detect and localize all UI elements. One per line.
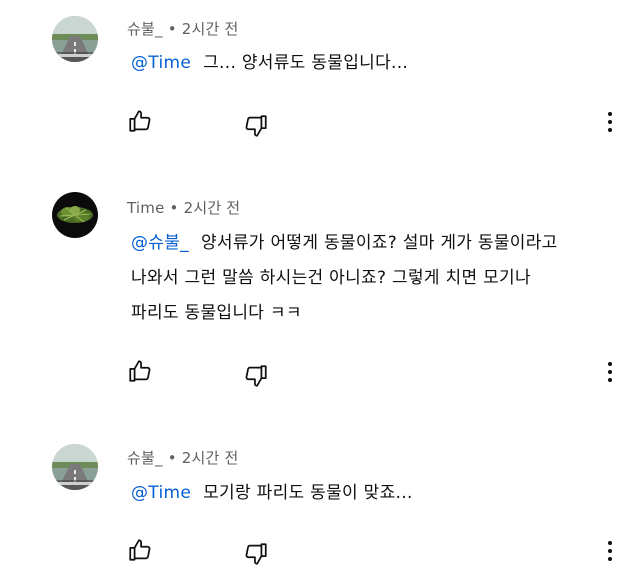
more-actions-button[interactable] xyxy=(604,539,616,563)
avatar-plant[interactable] xyxy=(52,192,98,238)
author-name[interactable]: Time xyxy=(127,199,165,217)
avatar-road[interactable] xyxy=(52,16,98,62)
more-vert-icon-dot xyxy=(608,549,612,553)
meta-separator: • xyxy=(169,199,179,217)
dislike-button[interactable] xyxy=(243,363,269,389)
comment-line: @슈불_ 양서류가 어떻게 동물이죠? 설마 게가 동물이라고 xyxy=(131,226,558,261)
more-vert-icon-dot xyxy=(608,541,612,545)
plant-avatar-image xyxy=(52,192,98,238)
comment-meta: 슈불_ • 2시간 전 xyxy=(127,447,238,468)
mention-link[interactable]: @슈불_ xyxy=(131,233,189,253)
avatar-road[interactable] xyxy=(52,444,98,490)
comment-text: @슈불_ 양서류가 어떻게 동물이죠? 설마 게가 동물이라고 나와서 그런 말씀… xyxy=(131,226,558,331)
comment-3: 슈불_ • 2시간 전 @Time 모기랑 파리도 동물이 맞죠... xyxy=(0,430,640,583)
comment-line-text: 모기랑 파리도 동물이 맞죠... xyxy=(203,483,413,503)
comment-2: Time • 2시간 전 @슈불_ 양서류가 어떻게 동물이죠? 설마 게가 동물이라… xyxy=(0,180,640,410)
road-avatar-image xyxy=(52,444,98,490)
mention-link[interactable]: @Time xyxy=(131,53,191,73)
comment-meta: 슈불_ • 2시간 전 xyxy=(127,18,238,39)
like-button[interactable] xyxy=(127,108,153,134)
comment-time[interactable]: 2시간 전 xyxy=(182,449,239,467)
more-vert-icon-dot xyxy=(608,370,612,374)
dislike-button[interactable] xyxy=(243,113,269,139)
thumbs-up-icon xyxy=(129,360,151,382)
meta-separator: • xyxy=(167,449,177,467)
more-vert-icon-dot xyxy=(608,120,612,124)
like-button[interactable] xyxy=(127,358,153,384)
comment-line-text: 그... 양서류도 동물입니다... xyxy=(203,53,409,73)
comment-text: @Time 모기랑 파리도 동물이 맞죠... xyxy=(131,477,413,510)
dislike-button[interactable] xyxy=(243,541,269,567)
mention-link[interactable]: @Time xyxy=(131,483,191,503)
thumbs-down-icon xyxy=(245,543,267,565)
author-name[interactable]: 슈불_ xyxy=(127,20,163,38)
more-vert-icon-dot xyxy=(608,362,612,366)
comment-line: 파리도 동물입니다 ㅋㅋ xyxy=(131,303,302,323)
more-vert-icon-dot xyxy=(608,112,612,116)
comment-time[interactable]: 2시간 전 xyxy=(182,20,239,38)
comment-line: 나와서 그런 말씀 하시는건 아니죠? 그렇게 치면 모기나 xyxy=(131,268,531,288)
more-vert-icon-dot xyxy=(608,378,612,382)
thumbs-up-icon xyxy=(129,110,151,132)
more-actions-button[interactable] xyxy=(604,110,616,134)
more-actions-button[interactable] xyxy=(604,360,616,384)
thumbs-down-icon xyxy=(245,365,267,387)
author-name[interactable]: 슈불_ xyxy=(127,449,163,467)
comment-text: @Time 그... 양서류도 동물입니다... xyxy=(131,47,408,80)
like-button[interactable] xyxy=(127,537,153,563)
road-avatar-image xyxy=(52,16,98,62)
more-vert-icon-dot xyxy=(608,128,612,132)
comment-line-text: 양서류가 어떻게 동물이죠? 설마 게가 동물이라고 xyxy=(200,233,558,253)
more-vert-icon-dot xyxy=(608,557,612,561)
comment-line: @Time 그... 양서류도 동물입니다... xyxy=(131,47,408,80)
comment-line: @Time 모기랑 파리도 동물이 맞죠... xyxy=(131,477,413,510)
thumbs-up-icon xyxy=(129,539,151,561)
comment-time[interactable]: 2시간 전 xyxy=(184,199,241,217)
comment-meta: Time • 2시간 전 xyxy=(127,197,240,218)
meta-separator: • xyxy=(167,20,177,38)
thumbs-down-icon xyxy=(245,115,267,137)
comment-1: 슈불_ • 2시간 전 @Time 그... 양서류도 동물입니다... xyxy=(0,0,640,150)
